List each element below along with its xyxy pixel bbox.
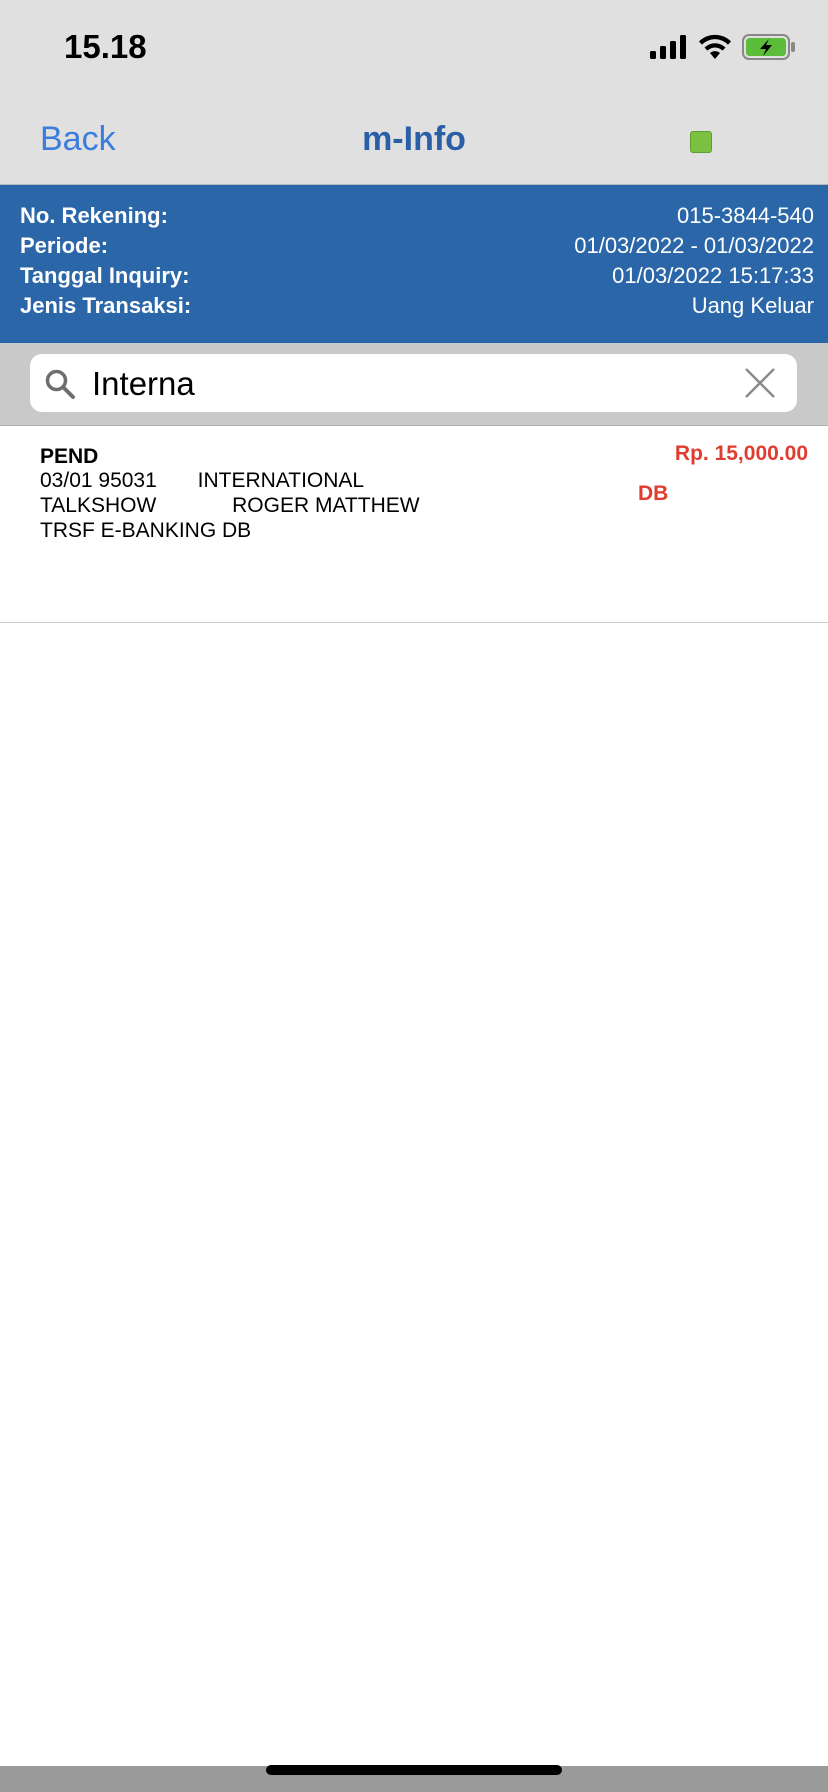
info-value: 01/03/2022 - 01/03/2022 xyxy=(574,233,814,258)
info-label: Periode: xyxy=(20,233,109,258)
transaction-detail-line: TRSF E-BANKING DB xyxy=(40,519,252,542)
info-value: 01/03/2022 15:17:33 xyxy=(612,263,814,288)
search-box[interactable] xyxy=(30,354,797,412)
info-label: No. Rekening: xyxy=(20,203,168,228)
search-bar xyxy=(0,343,828,427)
account-info-panel: No. Rekening: 015-3844-540 Periode: 01/0… xyxy=(0,185,828,343)
signal-icon xyxy=(650,34,688,64)
status-time: 15.18 xyxy=(64,28,147,65)
clear-icon[interactable] xyxy=(743,366,777,405)
home-indicator[interactable] xyxy=(266,1765,562,1775)
transaction-detail-line: 03/01 95031 INTERNATIONAL xyxy=(40,469,365,492)
info-row-inquiry-date: Tanggal Inquiry: 01/03/2022 15:17:33 xyxy=(20,263,814,293)
status-icons xyxy=(650,33,796,65)
status-bar: 15.18 xyxy=(0,0,828,100)
info-label: Tanggal Inquiry: xyxy=(20,263,190,288)
search-input[interactable] xyxy=(90,362,694,406)
info-row-transaction-type: Jenis Transaksi: Uang Keluar xyxy=(20,293,814,323)
info-row-account: No. Rekening: 015-3844-540 xyxy=(20,203,814,233)
info-value: 015-3844-540 xyxy=(676,203,814,228)
wifi-icon xyxy=(698,34,732,65)
transaction-detail-line: TALKSHOW ROGER MATTHEW xyxy=(40,494,420,517)
transaction-row[interactable]: PEND 03/01 95031 INTERNATIONAL TALKSHOW … xyxy=(0,426,828,623)
battery-charging-icon xyxy=(742,33,796,65)
info-label: Jenis Transaksi: xyxy=(20,293,192,318)
navigation-bar: Back m-Info xyxy=(0,100,828,185)
search-icon xyxy=(44,368,76,405)
transaction-type: DB xyxy=(638,482,669,505)
info-row-period: Periode: 01/03/2022 - 01/03/2022 xyxy=(20,233,814,263)
info-value: Uang Keluar xyxy=(691,293,814,318)
transaction-status: PEND xyxy=(40,445,99,468)
transaction-amount: Rp. 15,000.00 xyxy=(674,442,808,465)
status-indicator xyxy=(690,131,712,153)
